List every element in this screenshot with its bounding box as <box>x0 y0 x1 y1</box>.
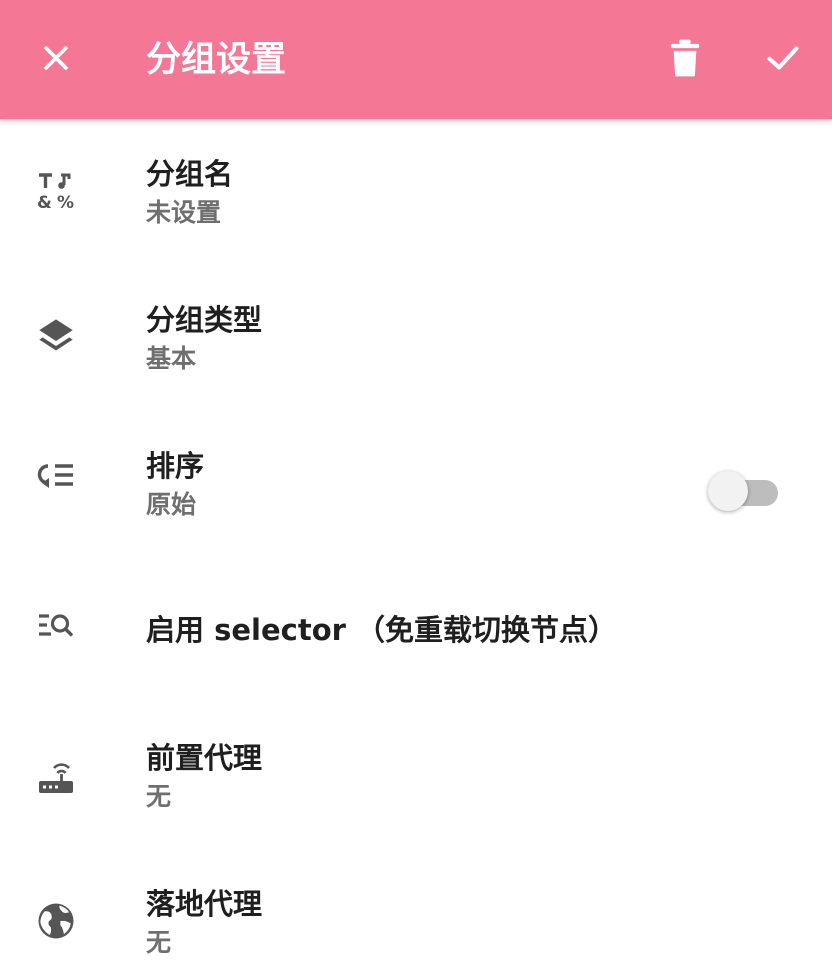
setting-title: 分组名 <box>146 157 234 191</box>
setting-landing-proxy[interactable]: 落地代理 无 <box>0 849 832 978</box>
svg-text:%: % <box>57 193 74 212</box>
setting-title: 落地代理 <box>146 887 263 921</box>
setting-title: 前置代理 <box>146 741 263 775</box>
confirm-button[interactable] <box>750 25 816 91</box>
setting-selector[interactable]: 启用 selector （免重载切换节点） <box>0 557 832 703</box>
setting-title: 启用 selector （免重载切换节点） <box>146 613 618 647</box>
layers-icon <box>32 312 80 360</box>
close-icon <box>44 46 68 70</box>
setting-group-name[interactable]: & % 分组名 未设置 <box>0 119 832 265</box>
top-app-bar: 分组设置 <box>0 0 832 119</box>
settings-list: & % 分组名 未设置 分组类型 基本 排序 原始 启用 selector （免… <box>0 119 832 978</box>
list-search-icon <box>32 603 80 651</box>
setting-value: 无 <box>146 782 172 811</box>
page-title: 分组设置 <box>146 40 287 80</box>
svg-text:&: & <box>37 193 52 212</box>
globe-icon <box>32 897 80 945</box>
setting-value: 原始 <box>146 490 197 519</box>
sort-icon <box>32 452 80 500</box>
setting-value: 无 <box>146 928 172 957</box>
setting-title: 分组类型 <box>146 303 263 337</box>
switch-thumb <box>708 471 748 511</box>
setting-front-proxy[interactable]: 前置代理 无 <box>0 703 832 849</box>
setting-group-type[interactable]: 分组类型 基本 <box>0 265 832 411</box>
text-symbols-icon: & % <box>32 167 80 215</box>
close-button[interactable] <box>23 25 89 91</box>
check-icon <box>767 46 799 70</box>
setting-value: 基本 <box>146 344 197 373</box>
setting-title: 排序 <box>146 449 205 483</box>
router-icon <box>32 752 80 800</box>
group-settings-screen: 分组设置 & % 分组名 未设置 分组类型 基本 排序 原始 启用 select… <box>0 0 832 978</box>
selector-toggle-switch[interactable] <box>708 470 778 514</box>
delete-button[interactable] <box>652 25 718 91</box>
setting-value: 未设置 <box>146 198 222 227</box>
trash-icon <box>670 39 700 77</box>
